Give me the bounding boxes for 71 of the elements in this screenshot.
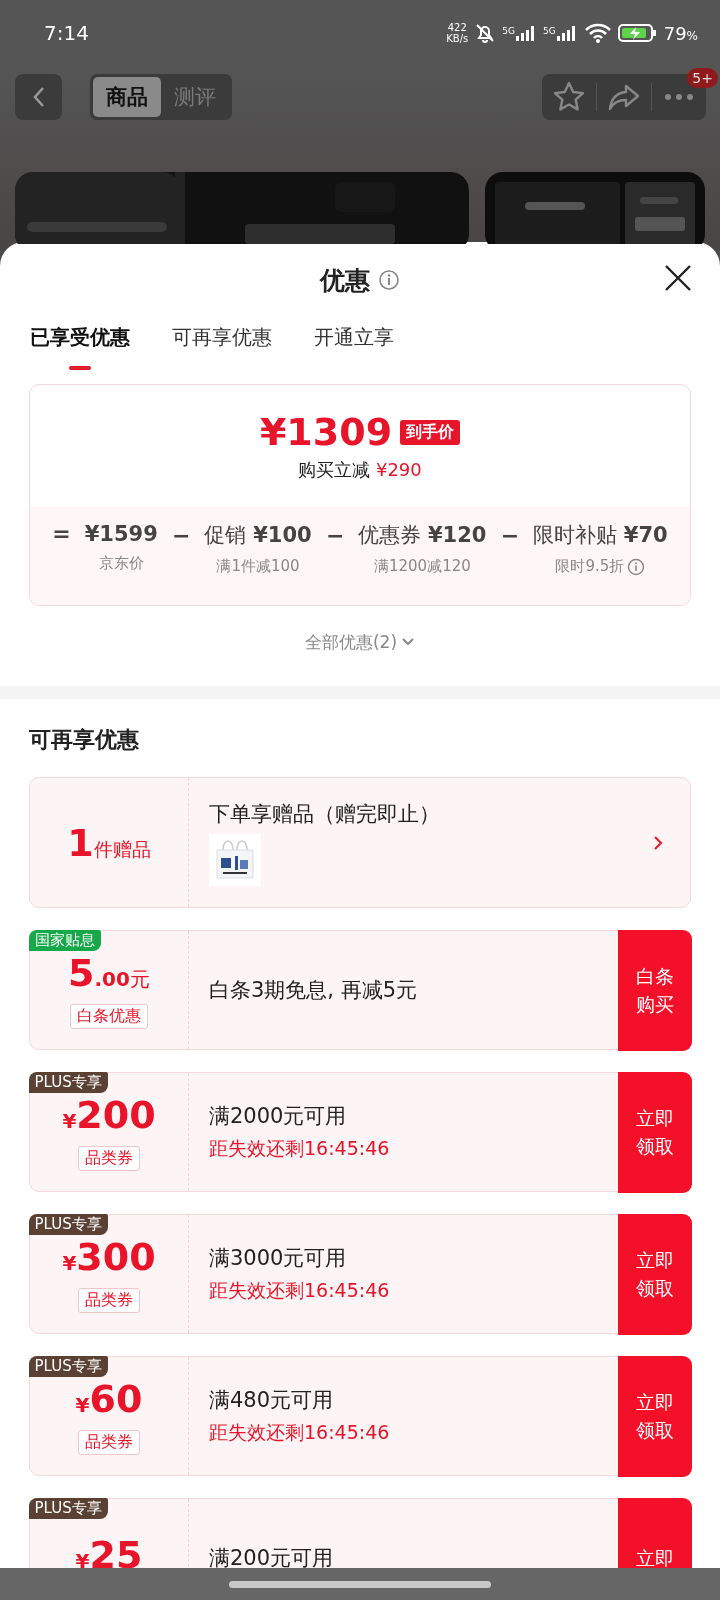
battery-percent: 79% — [663, 22, 698, 44]
page-tab[interactable]: 测评 — [161, 77, 229, 117]
offer-title: 白条3期免息, 再减5元 — [209, 977, 419, 1004]
component-note: 满1200减120 — [373, 557, 471, 576]
coupon-condition: 满2000元可用 — [209, 1103, 348, 1130]
chevron-right-icon[interactable] — [652, 833, 664, 852]
coupon-tag: 品类券 — [78, 1429, 140, 1455]
claim-button[interactable]: 立即领取 — [617, 1213, 692, 1335]
operator-sign: − — [500, 522, 520, 548]
offer-title: 下单享赠品（赠完即止） — [209, 800, 441, 828]
offer-amount: 5.00元 — [68, 951, 150, 997]
offer-tab[interactable]: 可再享优惠 — [172, 318, 272, 370]
saving-text: 购买立减 ¥290 — [298, 458, 422, 482]
sheet-title: 优惠 — [320, 264, 370, 297]
offer-tab[interactable]: 开通立享 — [314, 318, 394, 370]
claim-button[interactable]: 立即领取 — [617, 1355, 692, 1477]
countdown-text: 距失效还剩16:45:46 — [209, 1420, 391, 1445]
operator-sign: − — [172, 522, 191, 548]
section-title: 可再享优惠 — [28, 726, 140, 754]
claim-button[interactable]: 立即 — [617, 1497, 692, 1568]
countdown-text: 距失效还剩16:45:46 — [209, 1278, 391, 1303]
offer-badge: PLUS专享 — [28, 1497, 108, 1519]
price-tag: 到手价 — [400, 419, 461, 445]
price-component: 优惠券 ¥120 — [358, 522, 487, 549]
wifi-icon — [583, 23, 612, 43]
coupon-amount: ¥300 — [62, 1235, 156, 1281]
network-speed: 422 — [447, 22, 467, 33]
component-note: 限时9.5折 — [555, 557, 625, 576]
network-type: 5G — [502, 26, 515, 36]
offer-badge: PLUS专享 — [28, 1213, 108, 1235]
coupon-condition: 满3000元可用 — [209, 1245, 348, 1272]
price-component: ¥1599 — [84, 521, 158, 546]
close-icon — [664, 264, 692, 292]
back-button[interactable] — [15, 74, 62, 120]
coupon-condition: 满480元可用 — [209, 1387, 335, 1414]
operator-sign: = — [52, 521, 71, 546]
offer-badge: 国家贴息 — [28, 929, 101, 951]
coupon-amount: ¥25 — [75, 1534, 143, 1568]
final-price: ¥1309 — [259, 410, 393, 454]
offer-tab[interactable]: 已享受优惠 — [30, 318, 130, 370]
speed-unit: KB/s — [446, 33, 469, 44]
signal-icon — [555, 24, 578, 42]
offer-tag: 白条优惠 — [70, 1003, 148, 1029]
offer-badge: PLUS专享 — [28, 1071, 108, 1093]
price-component: 限时补贴 ¥70 — [533, 522, 668, 549]
offer-badge: PLUS专享 — [28, 1355, 108, 1377]
coupon-condition: 满200元可用 — [209, 1545, 335, 1568]
countdown-text: 距失效还剩16:45:46 — [209, 1136, 391, 1161]
star-icon[interactable] — [552, 80, 586, 114]
claim-button[interactable]: 立即领取 — [617, 1071, 692, 1193]
back-icon — [31, 85, 46, 109]
chevron-down-icon — [401, 637, 416, 647]
component-note: 满1件减100 — [216, 557, 300, 576]
home-indicator[interactable] — [229, 1580, 491, 1588]
gift-count: 1件赠品 — [67, 820, 151, 865]
coupon-tag: 品类券 — [78, 1287, 140, 1313]
notification-badge: 5+ — [687, 68, 718, 88]
signal-icon — [515, 24, 537, 42]
credit-buy-button[interactable]: 白条购买 — [617, 929, 692, 1051]
price-component: 促销 ¥100 — [204, 522, 312, 549]
coupon-amount: ¥60 — [75, 1377, 143, 1423]
coupon-amount: ¥200 — [62, 1093, 156, 1139]
network-type: 5G — [543, 26, 556, 36]
page-tab[interactable]: 商品 — [93, 77, 161, 117]
coupon-tag: 品类券 — [78, 1145, 140, 1171]
all-offers-link[interactable]: 全部优惠(2) — [298, 606, 422, 678]
battery-icon — [617, 23, 658, 43]
operator-sign: − — [325, 522, 345, 548]
component-note: 京东价 — [98, 554, 144, 573]
clock: 7:14 — [44, 21, 90, 45]
info-icon — [378, 269, 400, 291]
